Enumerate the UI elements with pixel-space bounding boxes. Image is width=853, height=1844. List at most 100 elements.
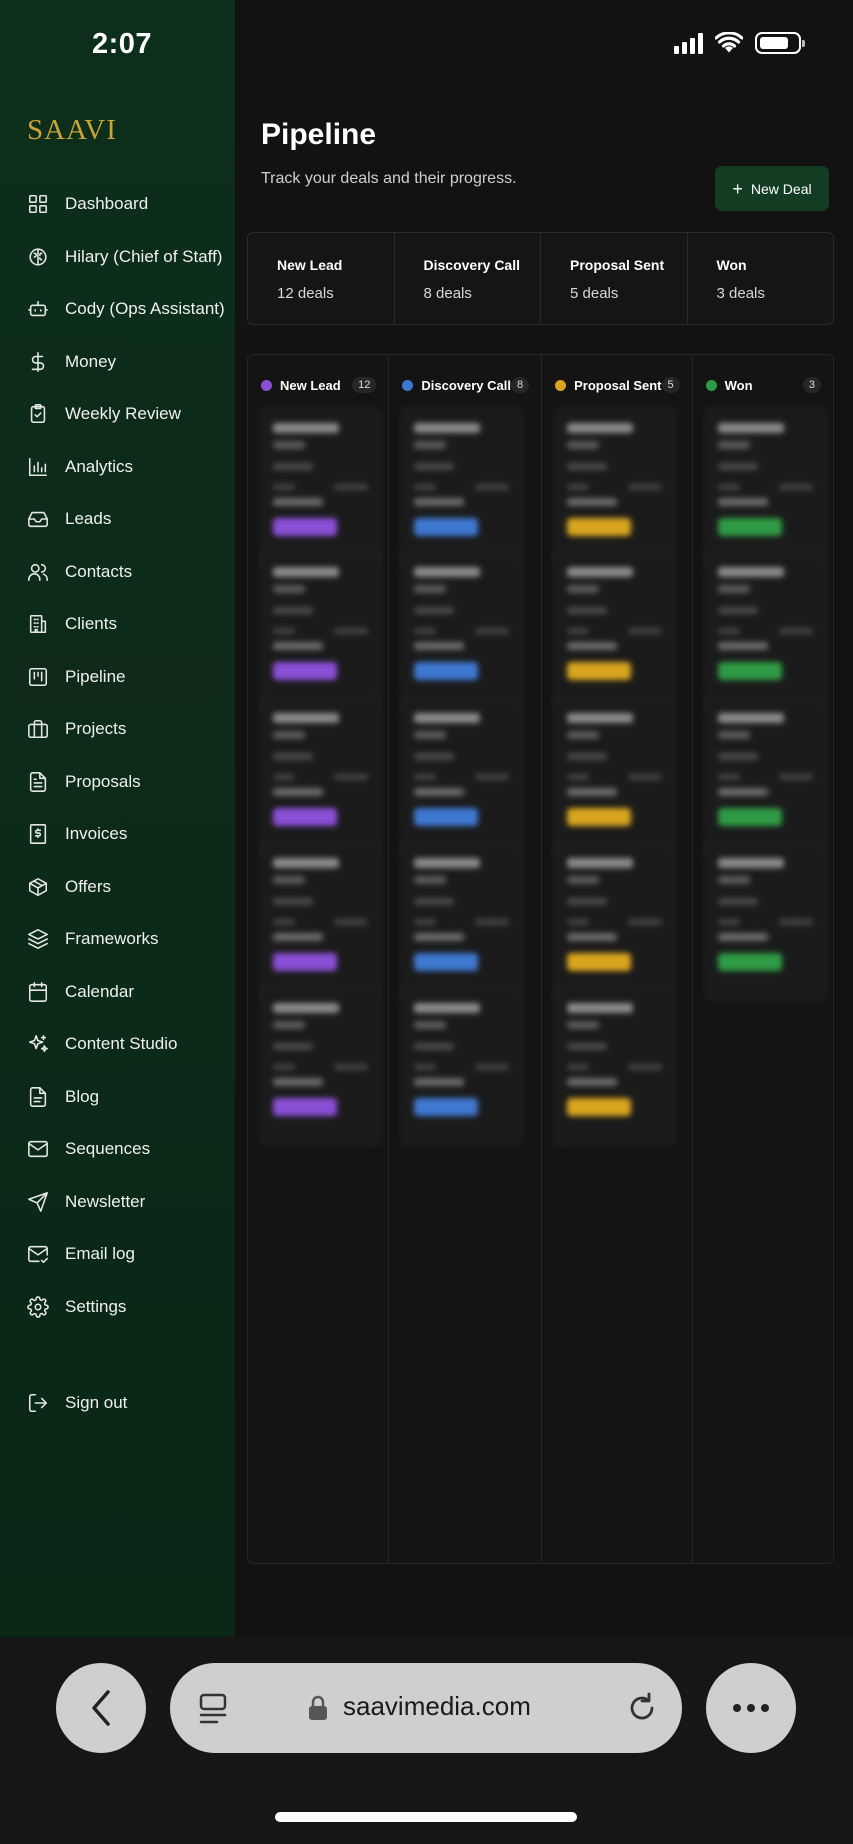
sidebar-item-email-log[interactable]: Email log	[12, 1228, 222, 1281]
summary-deal-count: 3 deals	[716, 285, 765, 302]
wifi-icon	[715, 32, 743, 53]
sidebar-item-money[interactable]: Money	[12, 336, 222, 389]
deal-card[interactable]	[554, 552, 676, 709]
sidebar-nav: Dashboard Hilary (Chief of Staff) Cody (…	[12, 178, 225, 1334]
chevron-left-icon	[92, 1690, 110, 1726]
column-title: Won	[724, 377, 753, 393]
sidebar-item-offers[interactable]: Offers	[12, 861, 222, 914]
deal-status-tag	[273, 808, 337, 826]
sidebar-item-content-studio[interactable]: Content Studio	[12, 1018, 222, 1071]
kanban-column-proposal-sent: Proposal Sent 5	[542, 355, 693, 1563]
pipeline-summary: New Lead 12 deals Discovery Call 8 deals…	[247, 232, 834, 325]
address-bar[interactable]: saavimedia.com	[170, 1663, 682, 1753]
brain-icon	[27, 246, 49, 268]
sidebar-item-pipeline[interactable]: Pipeline	[12, 650, 222, 703]
sidebar-item-leads[interactable]: Leads	[12, 493, 222, 546]
sidebar-item-projects[interactable]: Projects	[12, 703, 222, 756]
deal-card[interactable]	[260, 698, 381, 855]
deal-card[interactable]	[401, 552, 523, 709]
summary-stage-name: Discovery Call	[423, 257, 521, 273]
sidebar-item-weekly-review[interactable]: Weekly Review	[12, 388, 222, 441]
sidebar-item-calendar[interactable]: Calendar	[12, 966, 222, 1019]
summary-stage-name: New Lead	[277, 257, 343, 273]
sidebar-item-invoices[interactable]: Invoices	[12, 808, 222, 861]
signout-button[interactable]: Sign out	[12, 1377, 222, 1430]
sidebar-item-dashboard[interactable]: Dashboard	[12, 178, 222, 231]
sidebar-item-label: Sequences	[65, 1139, 151, 1159]
reload-icon[interactable]	[625, 1691, 659, 1725]
summary-stage-name: Proposal Sent	[570, 257, 665, 273]
deal-card[interactable]	[260, 552, 381, 709]
sparkles-icon	[27, 1033, 49, 1055]
sidebar-item-cody[interactable]: Cody (Ops Assistant)	[12, 283, 225, 336]
deal-status-tag	[273, 1098, 337, 1116]
deal-card[interactable]	[554, 698, 676, 855]
deal-card[interactable]	[260, 843, 381, 1000]
bot-icon	[27, 298, 49, 320]
grid-icon	[27, 193, 49, 215]
signout-label: Sign out	[65, 1393, 128, 1413]
sidebar-item-proposals[interactable]: Proposals	[12, 756, 222, 809]
sidebar-item-label: Hilary (Chief of Staff)	[65, 246, 223, 266]
deal-card[interactable]	[260, 408, 381, 565]
sidebar-item-label: Weekly Review	[65, 404, 181, 424]
deal-card[interactable]	[554, 843, 676, 1000]
sidebar-item-sequences[interactable]: Sequences	[12, 1123, 222, 1176]
new-deal-button[interactable]: + New Deal	[715, 166, 829, 211]
stage-dot	[555, 379, 567, 391]
logout-icon	[27, 1392, 49, 1414]
sidebar-item-label: Content Studio	[65, 1034, 178, 1054]
page-subtitle: Track your deals and their progress.	[261, 170, 517, 187]
deal-card[interactable]	[401, 698, 523, 855]
sidebar: 2:07 SAAVI Dashboard Hilary (Chief of St…	[0, 0, 235, 1637]
sidebar-item-hilary[interactable]: Hilary (Chief of Staff)	[12, 231, 222, 284]
deal-card[interactable]	[554, 408, 676, 565]
column-count-badge: 8	[510, 377, 530, 393]
sidebar-item-label: Clients	[65, 614, 117, 634]
brand-logo[interactable]: SAAVI	[27, 114, 117, 147]
column-header: Proposal Sent 5	[542, 355, 692, 415]
briefcase-icon	[27, 718, 49, 740]
url-text: saavimedia.com	[343, 1691, 531, 1721]
deal-card[interactable]	[704, 408, 826, 565]
home-indicator[interactable]	[275, 1812, 577, 1822]
package-icon	[27, 876, 49, 898]
ellipsis-icon	[733, 1704, 769, 1712]
deal-status-tag	[567, 1098, 632, 1116]
deal-card[interactable]	[704, 552, 826, 709]
deal-status-tag	[273, 953, 337, 971]
sidebar-item-settings[interactable]: Settings	[12, 1281, 222, 1334]
sidebar-item-blog[interactable]: Blog	[12, 1071, 222, 1124]
status-time: 2:07	[92, 28, 153, 60]
deal-status-tag	[717, 518, 782, 536]
kanban-column-won: Won 3	[693, 355, 833, 1563]
deal-status-tag	[717, 808, 782, 826]
column-title: New Lead	[280, 377, 341, 393]
sidebar-item-frameworks[interactable]: Frameworks	[12, 913, 222, 966]
deal-card[interactable]	[401, 843, 523, 1000]
browser-toolbar: saavimedia.com	[0, 1637, 853, 1844]
deal-card[interactable]	[704, 698, 826, 855]
sidebar-item-label: Invoices	[65, 824, 128, 844]
summary-discovery-call: Discovery Call 8 deals	[395, 233, 541, 324]
deal-status-tag	[414, 953, 479, 971]
back-button[interactable]	[56, 1663, 146, 1753]
deal-card[interactable]	[401, 408, 523, 565]
sidebar-item-analytics[interactable]: Analytics	[12, 441, 222, 494]
sidebar-item-label: Leads	[65, 509, 112, 529]
stage-dot	[261, 379, 272, 391]
deal-status-tag	[717, 953, 782, 971]
summary-won: Won 3 deals	[688, 233, 834, 324]
deal-card[interactable]	[554, 988, 676, 1145]
summary-proposal-sent: Proposal Sent 5 deals	[541, 233, 688, 324]
deal-card[interactable]	[704, 843, 826, 1000]
deal-card[interactable]	[260, 988, 381, 1145]
more-button[interactable]	[706, 1663, 796, 1753]
sidebar-item-newsletter[interactable]: Newsletter	[12, 1176, 222, 1229]
sidebar-item-clients[interactable]: Clients	[12, 598, 222, 651]
deal-card[interactable]	[401, 988, 523, 1145]
sidebar-item-label: Money	[65, 351, 117, 371]
summary-deal-count: 8 deals	[423, 285, 472, 302]
sidebar-item-label: Contacts	[65, 561, 133, 581]
sidebar-item-contacts[interactable]: Contacts	[12, 546, 222, 599]
